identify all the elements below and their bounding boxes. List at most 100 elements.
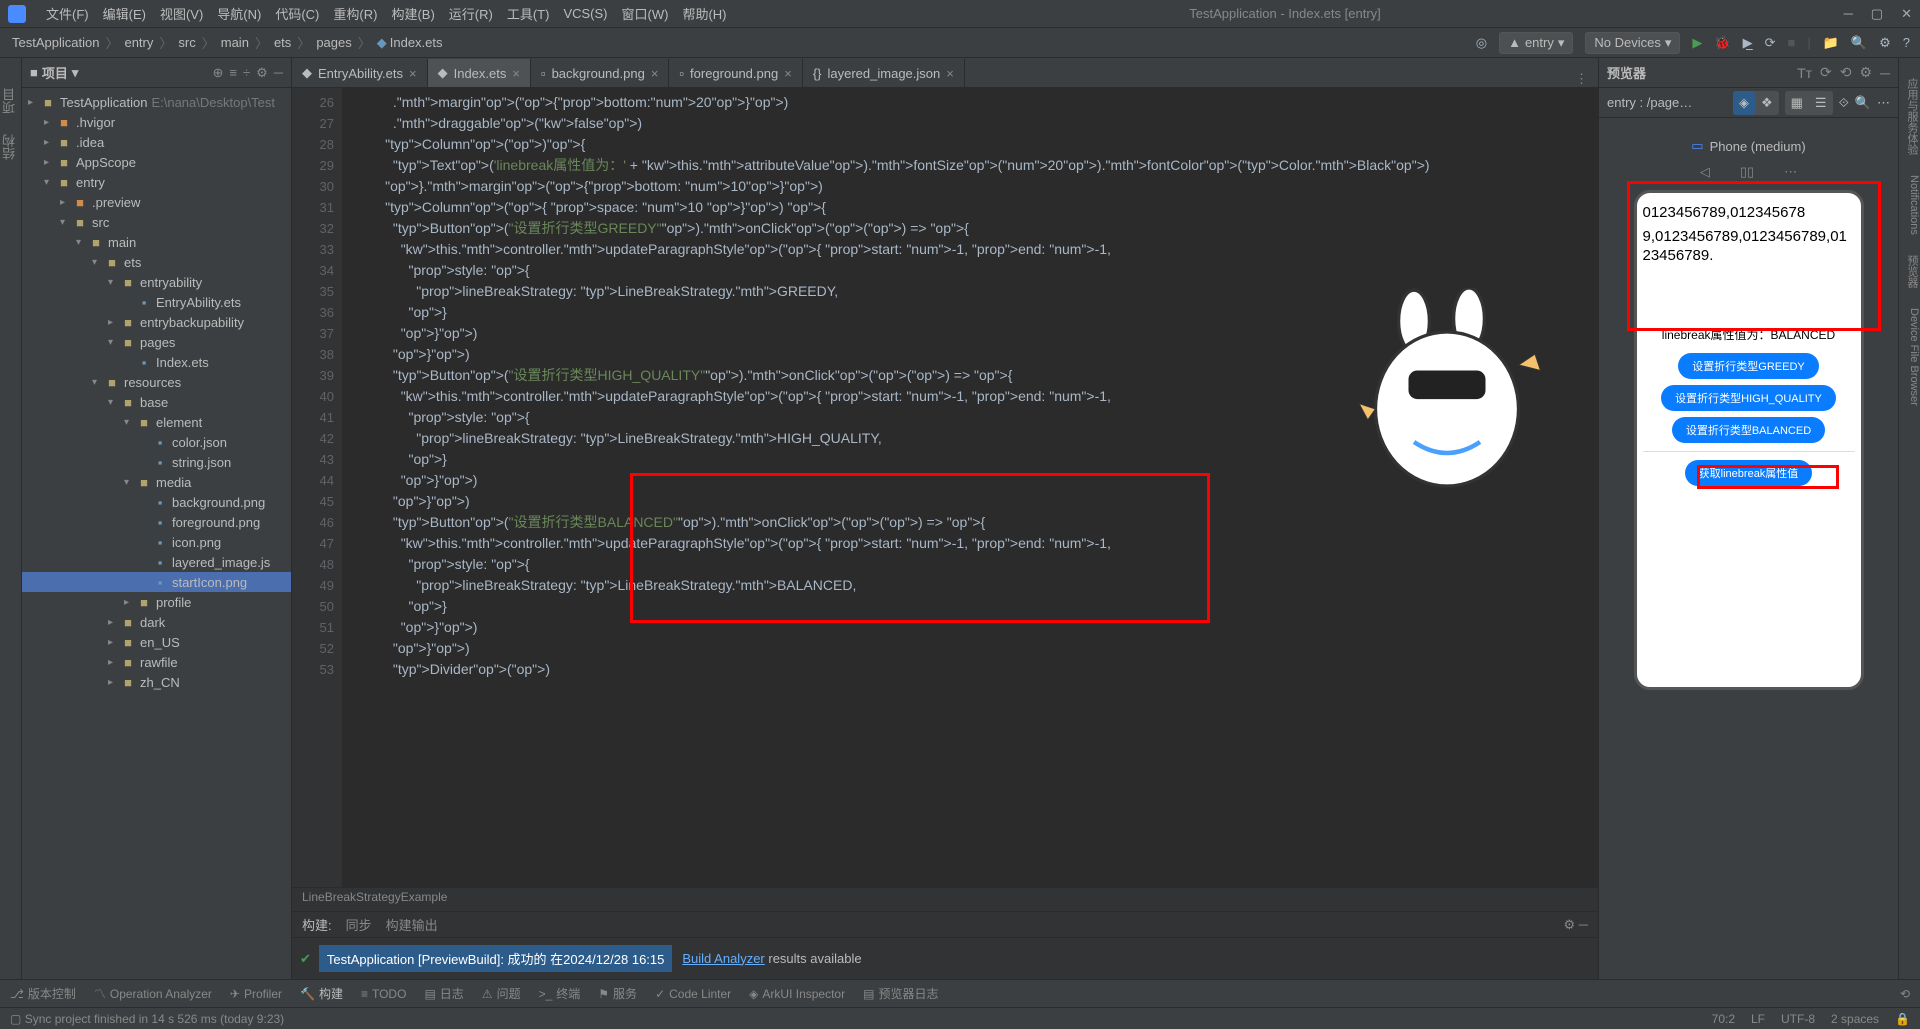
status-lf[interactable]: LF <box>1751 1012 1765 1026</box>
menu-run[interactable]: 运行(R) <box>449 4 493 23</box>
tree-item-media[interactable]: ▾■media <box>22 472 291 492</box>
menu-window[interactable]: 窗口(W) <box>622 4 669 23</box>
tree-item--hvigor[interactable]: ▸■.hvigor <box>22 112 291 132</box>
build-gear-icon[interactable]: ⚙ ─ <box>1564 917 1588 933</box>
tab-layered[interactable]: {} layered_image.json × <box>803 59 965 87</box>
tree-item-entry[interactable]: ▾■entry <box>22 172 291 192</box>
tree-item-zh_cn[interactable]: ▸■zh_CN <box>22 672 291 692</box>
close-button[interactable]: ✕ <box>1901 6 1912 22</box>
tree-item-appscope[interactable]: ▸■AppScope <box>22 152 291 172</box>
view-multi-icon[interactable]: ❖ <box>1755 91 1779 115</box>
tree-item-entryability-ets[interactable]: ▪EntryAbility.ets <box>22 292 291 312</box>
target-icon[interactable]: ◎ <box>1476 35 1487 51</box>
status-cursor[interactable]: 70:2 <box>1712 1012 1735 1026</box>
status-indent[interactable]: 2 spaces <box>1831 1012 1879 1026</box>
status-encoding[interactable]: UTF-8 <box>1781 1012 1815 1026</box>
crumb-6[interactable]: ◆Index.ets <box>375 35 445 51</box>
tree-item-pages[interactable]: ▾■pages <box>22 332 291 352</box>
layout-list-icon[interactable]: ☰ <box>1809 91 1833 115</box>
rightstrip-0[interactable]: 应用与服务体验 <box>1899 78 1920 155</box>
tree-item-foreground-png[interactable]: ▪foreground.png <box>22 512 291 532</box>
minimize-button[interactable]: ─ <box>1844 6 1853 22</box>
gear-icon[interactable]: ⚙ <box>256 65 268 81</box>
tree-item--preview[interactable]: ▸■.preview <box>22 192 291 212</box>
refresh-icon[interactable]: ⟳ <box>1820 64 1832 81</box>
stop-icon[interactable]: ■ <box>1787 35 1795 50</box>
menu-file[interactable]: 文件(F) <box>46 4 89 23</box>
gear-icon[interactable]: ⚙ <box>1860 64 1873 81</box>
debug-icon[interactable]: 🐞 <box>1714 35 1730 51</box>
collapse-icon[interactable]: ÷ <box>243 65 250 80</box>
tree-item-testapplication[interactable]: ▸■TestApplicationE:\nana\Desktop\Test <box>22 92 291 112</box>
project-tree[interactable]: ▸■TestApplicationE:\nana\Desktop\Test▸■.… <box>22 88 291 979</box>
tree-item-ets[interactable]: ▾■ets <box>22 252 291 272</box>
crumb-5[interactable]: pages <box>314 35 353 50</box>
bottom-profiler[interactable]: ✈ Profiler <box>230 987 282 1001</box>
bottom-todo[interactable]: ≡ TODO <box>361 987 406 1001</box>
tree-item-element[interactable]: ▾■element <box>22 412 291 432</box>
phone-btn-balanced[interactable]: 设置折行类型BALANCED <box>1672 417 1825 443</box>
hide-icon[interactable]: ─ <box>274 65 283 80</box>
expand-icon[interactable]: ≡ <box>229 65 237 80</box>
hide-panel-icon[interactable]: ─ <box>1880 65 1890 81</box>
nav-book-icon[interactable]: ▯▯ <box>1740 164 1754 180</box>
bottom-build[interactable]: 🔨 构建 <box>300 985 343 1002</box>
maximize-button[interactable]: ▢ <box>1871 6 1883 22</box>
tree-item-layered_image-js[interactable]: ▪layered_image.js <box>22 552 291 572</box>
zoom-icon[interactable]: 🔍 <box>1855 95 1871 111</box>
tree-item-resources[interactable]: ▾■resources <box>22 372 291 392</box>
tree-item-color-json[interactable]: ▪color.json <box>22 432 291 452</box>
bottom-arkui[interactable]: ◈ ArkUI Inspector <box>749 987 845 1001</box>
status-lock-icon[interactable]: 🔒 <box>1895 1012 1910 1026</box>
crumb-0[interactable]: TestApplication <box>10 35 101 50</box>
orientation-icon[interactable]: ⟲ <box>1840 64 1852 81</box>
tree-item-profile[interactable]: ▸■profile <box>22 592 291 612</box>
folder-icon[interactable]: 📁 <box>1823 35 1839 51</box>
rightstrip-2[interactable]: 预览器 <box>1899 255 1920 288</box>
crumb-1[interactable]: entry <box>122 35 155 50</box>
view-single-icon[interactable]: ◈ <box>1733 91 1755 115</box>
bracket-icon[interactable]: ⟐ <box>1839 95 1849 111</box>
menu-edit[interactable]: 编辑(E) <box>103 4 146 23</box>
tabs-more-icon[interactable]: ⋮ <box>1565 71 1598 87</box>
nav-more-icon[interactable]: ⋯ <box>1784 164 1797 180</box>
more-icon[interactable]: ⋯ <box>1877 95 1890 111</box>
run-config-module[interactable]: ▲ entry ▾ <box>1499 32 1573 54</box>
run-config-device[interactable]: No Devices ▾ <box>1585 32 1680 54</box>
bottom-sync-icon[interactable]: ⟲ <box>1900 987 1910 1001</box>
menu-view[interactable]: 视图(V) <box>160 4 203 23</box>
build-tab-output[interactable]: 构建输出 <box>386 915 438 934</box>
phone-btn-greedy[interactable]: 设置折行类型GREEDY <box>1678 353 1818 379</box>
run-icon[interactable]: ▶ <box>1692 35 1702 51</box>
tree-item-index-ets[interactable]: ▪Index.ets <box>22 352 291 372</box>
tree-item-src[interactable]: ▾■src <box>22 212 291 232</box>
bottom-problems[interactable]: ⚠ 问题 <box>482 985 521 1002</box>
menu-refactor[interactable]: 重构(R) <box>333 4 377 23</box>
bottom-opanalyzer[interactable]: 〽 Operation Analyzer <box>94 985 212 1002</box>
settings-icon[interactable]: ⚙ <box>1879 35 1891 51</box>
coverage-icon[interactable]: ▶̲ <box>1743 35 1753 51</box>
tree-item-main[interactable]: ▾■main <box>22 232 291 252</box>
tree-item-entryability[interactable]: ▾■entryability <box>22 272 291 292</box>
tree-item-string-json[interactable]: ▪string.json <box>22 452 291 472</box>
bottom-log[interactable]: ▤ 日志 <box>424 985 463 1002</box>
rightstrip-3[interactable]: Device File Browser <box>1899 308 1920 406</box>
build-tab-build[interactable]: 构建: <box>302 915 332 934</box>
leftstrip-project[interactable]: 项目 <box>0 88 21 114</box>
menu-navigate[interactable]: 导航(N) <box>217 4 261 23</box>
tree-item-en_us[interactable]: ▸■en_US <box>22 632 291 652</box>
tree-item--idea[interactable]: ▸■.idea <box>22 132 291 152</box>
code-breadcrumb[interactable]: LineBreakStrategyExample <box>292 887 1598 911</box>
phone-btn-get[interactable]: 获取linebreak属性值 <box>1685 460 1813 486</box>
tree-item-rawfile[interactable]: ▸■rawfile <box>22 652 291 672</box>
leftstrip-structure[interactable]: 结构 <box>0 134 21 160</box>
tab-foreground[interactable]: ▫ foreground.png × <box>669 59 802 87</box>
tab-entryability[interactable]: ◆ EntryAbility.ets × <box>292 59 428 87</box>
tree-item-icon-png[interactable]: ▪icon.png <box>22 532 291 552</box>
tree-item-starticon-png[interactable]: ▪startIcon.png <box>22 572 291 592</box>
nav-back-icon[interactable]: ◁ <box>1700 164 1710 180</box>
menu-build[interactable]: 构建(B) <box>391 4 434 23</box>
restart-icon[interactable]: ⟳ <box>1765 35 1776 51</box>
menu-vcs[interactable]: VCS(S) <box>563 6 607 21</box>
locate-icon[interactable]: ⊕ <box>212 65 223 81</box>
